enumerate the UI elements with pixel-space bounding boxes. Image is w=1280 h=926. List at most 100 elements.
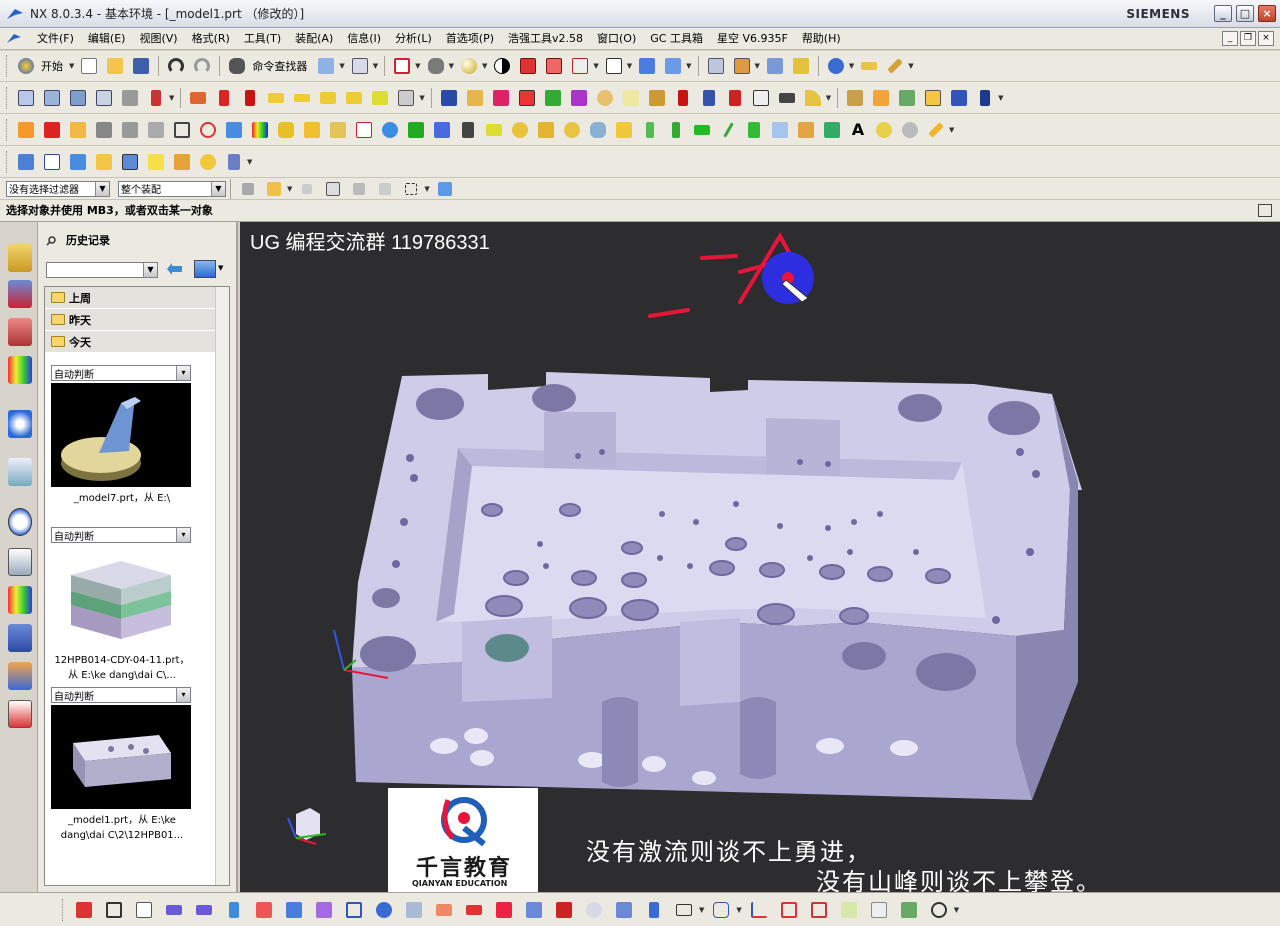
- extrude-icon[interactable]: [15, 87, 37, 109]
- blue-drop-icon[interactable]: [379, 119, 401, 141]
- red-solid-icon[interactable]: [41, 119, 63, 141]
- view-orient-icon[interactable]: [569, 55, 591, 77]
- blue-frame-icon[interactable]: [341, 899, 367, 921]
- yellow-step-icon[interactable]: [291, 87, 313, 109]
- assembly-thumbnail[interactable]: [51, 545, 191, 649]
- yellow-stack-icon[interactable]: [265, 87, 287, 109]
- green-rect-icon[interactable]: [691, 119, 713, 141]
- export-icon[interactable]: [948, 87, 970, 109]
- note-icon[interactable]: [620, 87, 642, 109]
- selection-scope-dropdown[interactable]: 整个装配 ▼: [118, 180, 226, 197]
- purple-box-icon[interactable]: [311, 899, 337, 921]
- group-last-week[interactable]: 上周: [45, 287, 229, 309]
- pen-green-icon[interactable]: [896, 87, 918, 109]
- green-bar-2-icon[interactable]: [665, 119, 687, 141]
- axis-icon[interactable]: [746, 899, 772, 921]
- tiger-icon[interactable]: [594, 87, 616, 109]
- square-target-icon[interactable]: [806, 899, 832, 921]
- hexagon-icon[interactable]: [708, 899, 734, 921]
- chevron-down-icon[interactable]: ▾: [176, 366, 190, 380]
- chevron-down-icon[interactable]: ▼: [143, 263, 157, 277]
- pin-icon[interactable]: [46, 234, 58, 246]
- stack-icon[interactable]: [431, 899, 457, 921]
- stairs-icon[interactable]: [457, 119, 479, 141]
- binoculars-icon[interactable]: [226, 55, 248, 77]
- command-finder-label[interactable]: 命令查找器: [252, 58, 307, 74]
- arrow-right-icon[interactable]: [191, 899, 217, 921]
- dots-icon[interactable]: [561, 119, 583, 141]
- layers-icon[interactable]: [67, 151, 89, 173]
- multi-window-icon[interactable]: [922, 87, 944, 109]
- box-orange-icon[interactable]: [795, 119, 817, 141]
- circle-target-icon[interactable]: [197, 119, 219, 141]
- toolbar-grip[interactable]: [6, 55, 9, 77]
- assembly-navigator-icon[interactable]: [8, 244, 32, 272]
- menu-view[interactable]: 视图(V): [132, 29, 184, 49]
- component-icon[interactable]: [490, 87, 512, 109]
- orange-solid-icon[interactable]: [15, 119, 37, 141]
- history-scrollbar[interactable]: [215, 287, 229, 885]
- part-thumbnail[interactable]: [51, 705, 191, 809]
- arrow-left-icon[interactable]: [161, 899, 187, 921]
- redo-icon[interactable]: [191, 55, 213, 77]
- copy-icon[interactable]: [866, 899, 892, 921]
- hat-icon[interactable]: [776, 87, 798, 109]
- new-file-icon[interactable]: [78, 55, 100, 77]
- undo-icon[interactable]: [165, 55, 187, 77]
- reuse-library-icon[interactable]: [8, 356, 32, 384]
- menu-xingkong[interactable]: 星空 V6.935F: [710, 29, 795, 49]
- gray-sheet-icon[interactable]: [119, 119, 141, 141]
- roles-icon[interactable]: [8, 662, 32, 690]
- paint-icon[interactable]: [491, 899, 517, 921]
- wedge-icon[interactable]: [327, 119, 349, 141]
- layer-plane-icon[interactable]: [401, 899, 427, 921]
- toolbar-grip[interactable]: [6, 118, 9, 141]
- rotate-curve-icon[interactable]: [371, 899, 397, 921]
- inbox-icon[interactable]: [67, 119, 89, 141]
- fullscreen-icon[interactable]: [1258, 204, 1272, 217]
- sweep-icon[interactable]: [93, 87, 115, 109]
- grid-red-icon[interactable]: [776, 899, 802, 921]
- system-materials-icon[interactable]: [8, 548, 32, 576]
- ruler-icon[interactable]: [858, 55, 880, 77]
- rf-icon[interactable]: [672, 87, 694, 109]
- green-bar-icon[interactable]: [639, 119, 661, 141]
- menu-file[interactable]: 文件(F): [30, 29, 81, 49]
- move-to-layer-icon[interactable]: [731, 55, 753, 77]
- history-entry[interactable]: 自动判断 ▾ _model1.prt，从 E:\ke dang\dai C\2\1…: [51, 687, 193, 843]
- split-icon[interactable]: [521, 899, 547, 921]
- trim-icon[interactable]: [101, 899, 127, 921]
- yellow-lines-icon[interactable]: [317, 87, 339, 109]
- pnc-icon[interactable]: [438, 87, 460, 109]
- start-button-label[interactable]: 开始: [41, 58, 63, 74]
- arrow-down-red-icon[interactable]: [239, 87, 261, 109]
- blue-cube-icon[interactable]: [223, 119, 245, 141]
- sketch-tool-icon[interactable]: [464, 87, 486, 109]
- chain-icon[interactable]: [221, 899, 247, 921]
- calculator-icon[interactable]: [171, 151, 193, 173]
- doc-close-button[interactable]: ×: [1258, 31, 1274, 46]
- moon-icon[interactable]: [197, 151, 219, 173]
- menu-preferences[interactable]: 首选项(P): [439, 29, 501, 49]
- rectangle-icon[interactable]: [671, 899, 697, 921]
- menu-haoqiang-tools[interactable]: 浩强工具v2.58: [501, 29, 590, 49]
- gray-block-icon[interactable]: [119, 87, 141, 109]
- minimize-button[interactable]: _: [1214, 5, 1232, 22]
- inch-mm-icon[interactable]: [41, 151, 63, 173]
- group-today[interactable]: 今天: [45, 331, 229, 353]
- rectangle-select-icon[interactable]: [400, 178, 422, 200]
- align-icon[interactable]: [611, 899, 637, 921]
- rainbow-icon[interactable]: [249, 119, 271, 141]
- slash-line-icon[interactable]: [717, 119, 739, 141]
- type-filter-dropdown[interactable]: 没有选择过滤器 ▼: [6, 180, 110, 197]
- note-yellow-icon[interactable]: [145, 151, 167, 173]
- filter-settings-icon[interactable]: [237, 178, 259, 200]
- measure-icon[interactable]: [764, 55, 786, 77]
- flip-icon[interactable]: [568, 87, 590, 109]
- list-icon[interactable]: [750, 87, 772, 109]
- open-mode-dropdown[interactable]: 自动判断 ▾: [51, 527, 191, 543]
- group-yesterday[interactable]: 昨天: [45, 309, 229, 331]
- chevron-down-icon[interactable]: ▼: [211, 181, 225, 196]
- render-style-icon[interactable]: [491, 55, 513, 77]
- feature-ops-icon[interactable]: [145, 87, 167, 109]
